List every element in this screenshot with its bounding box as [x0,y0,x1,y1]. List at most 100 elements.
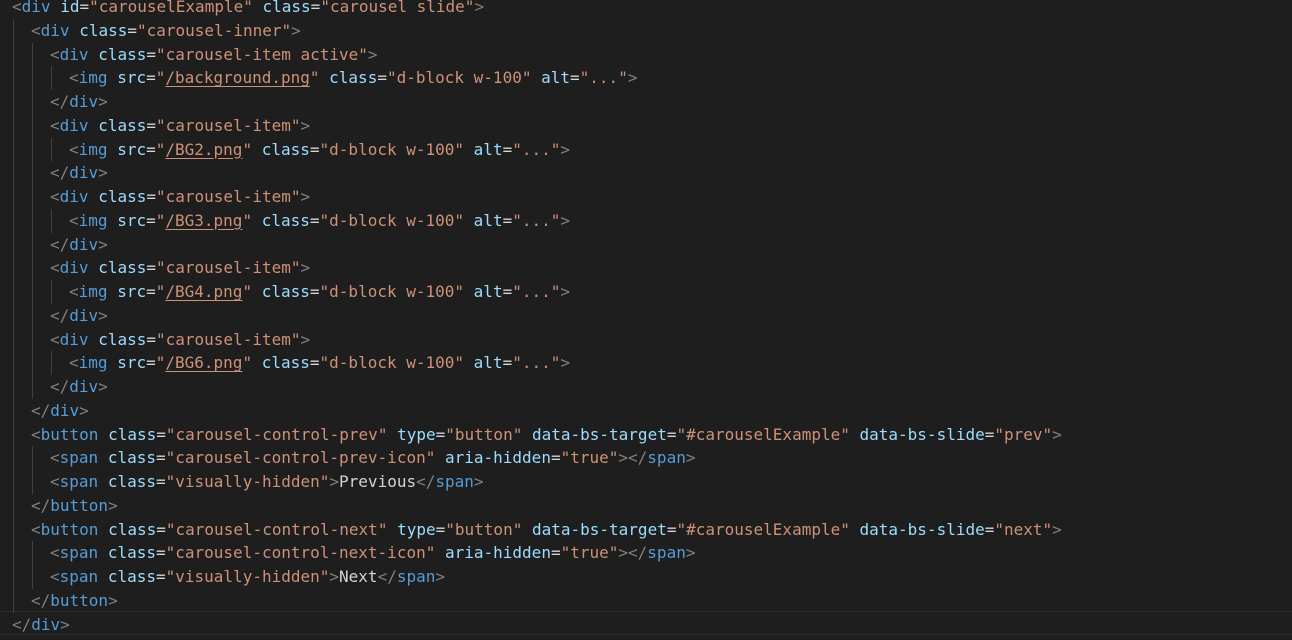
tag-name: button [50,590,109,610]
tag-name: span [59,543,99,563]
attribute-name: data-bs-target [531,519,667,539]
file-link[interactable]: /BG3.png [165,211,242,230]
code-line[interactable]: <span class="visually-hidden">Next</span… [0,565,445,589]
code-line[interactable]: <button class="carousel-control-next" ty… [0,518,1062,542]
code-line[interactable]: </div> [0,399,89,423]
attribute-value: " [155,353,166,373]
attribute-value: "carousel-item" [156,187,301,206]
file-link[interactable]: /BG2.png [165,140,242,159]
punctuation: < [12,0,22,16]
equals: = [127,20,137,40]
punctuation: </ [50,305,70,325]
code-line[interactable]: <div class="carousel-item"> [0,256,310,280]
attribute-value: "carousel-control-next" [165,519,388,539]
code-line[interactable]: </div> [0,90,108,114]
punctuation: > [329,567,340,586]
attribute-name: class [261,139,310,159]
code-line[interactable]: <div class="carousel-inner"> [0,19,301,43]
code-line[interactable]: <span class="carousel-control-next-icon"… [0,541,695,565]
attribute-value: " [242,353,253,373]
punctuation: </ [50,92,70,111]
code-line[interactable]: <div class="carousel-item"> [0,328,310,352]
code-line[interactable]: <span class="visually-hidden">Previous</… [0,470,484,494]
punctuation: > [627,68,638,88]
attribute-value: "d-block w-100" [319,139,465,159]
punctuation: > [98,234,108,254]
file-link[interactable]: /BG4.png [165,282,242,301]
tag-name: div [21,0,51,16]
attribute-value: "carousel-item active" [156,44,368,64]
code-line[interactable]: <img src="/BG6.png" class="d-block w-100… [0,351,570,375]
attribute-name: class [107,567,156,586]
punctuation: < [69,139,79,159]
attribute-name: class [79,20,128,40]
punctuation: > [560,210,571,230]
code-line[interactable]: </div> [0,613,70,637]
file-link[interactable]: /BG6.png [165,353,242,372]
equals: = [146,210,156,230]
attribute-value: "d-block w-100" [319,210,465,230]
punctuation: > [60,614,70,634]
code-line[interactable]: </div> [0,233,108,257]
code-editor[interactable]: <div id="carouselExample" class="carouse… [0,0,1292,640]
attribute-name: class [98,187,147,206]
attribute-name: src [117,68,147,88]
attribute-name: src [117,282,147,301]
attribute-value: "..." [512,353,561,373]
attribute-value: " [155,210,166,230]
code-line[interactable]: </div> [0,304,108,328]
punctuation: > [474,0,485,16]
code-line[interactable]: </div> [0,161,108,185]
tag-name: button [40,519,99,539]
tag-name: span [435,472,474,491]
punctuation: </ [50,377,70,396]
tag-name: div [69,163,99,183]
code-line[interactable]: <div class="carousel-item"> [0,114,310,138]
attribute-value: "carousel-control-prev-icon" [165,448,436,468]
punctuation: </ [31,590,51,610]
punctuation: > [300,115,311,135]
punctuation: < [31,519,41,539]
code-line[interactable]: <div class="carousel-item"> [0,185,310,209]
tag-name: span [396,567,436,586]
attribute-value: "#carouselExample" [676,424,850,444]
punctuation: < [69,210,79,230]
punctuation: </ [50,163,70,183]
code-line[interactable]: <div id="carouselExample" class="carouse… [0,0,484,19]
code-line[interactable]: <img src="/background.png" class="d-bloc… [0,66,637,90]
attribute-name: class [261,353,310,373]
attribute-value: "carousel-control-next-icon" [165,543,436,563]
code-line[interactable]: </button> [0,494,118,518]
equals: = [309,282,320,301]
code-line[interactable]: <span class="carousel-control-prev-icon"… [0,446,695,470]
file-link[interactable]: /background.png [165,68,310,87]
attribute-value: "button" [445,424,523,444]
punctuation: > [1052,519,1062,539]
tag-name: img [78,282,108,301]
attribute-value: "..." [512,282,561,301]
equals: = [309,353,320,373]
equals: = [79,0,90,16]
attribute-name: class [262,0,311,16]
code-line[interactable]: </button> [0,589,118,613]
equals: = [155,543,166,563]
tag-name: div [69,234,99,254]
tag-name: div [59,115,89,135]
attribute-value: " [155,68,166,88]
attribute-name: class [98,44,147,64]
code-line[interactable]: <button class="carousel-control-prev" ty… [0,423,1062,447]
tag-name: img [78,68,108,88]
text-content: Next [339,567,378,586]
code-line[interactable]: <img src="/BG3.png" class="d-block w-100… [0,209,570,233]
code-line[interactable]: <img src="/BG2.png" class="d-block w-100… [0,138,570,162]
code-line[interactable]: <img src="/BG4.png" class="d-block w-100… [0,280,570,304]
tag-name: button [50,495,109,515]
code-line[interactable]: <div class="carousel-item active"> [0,43,378,67]
code-line[interactable]: </div> [0,375,108,399]
